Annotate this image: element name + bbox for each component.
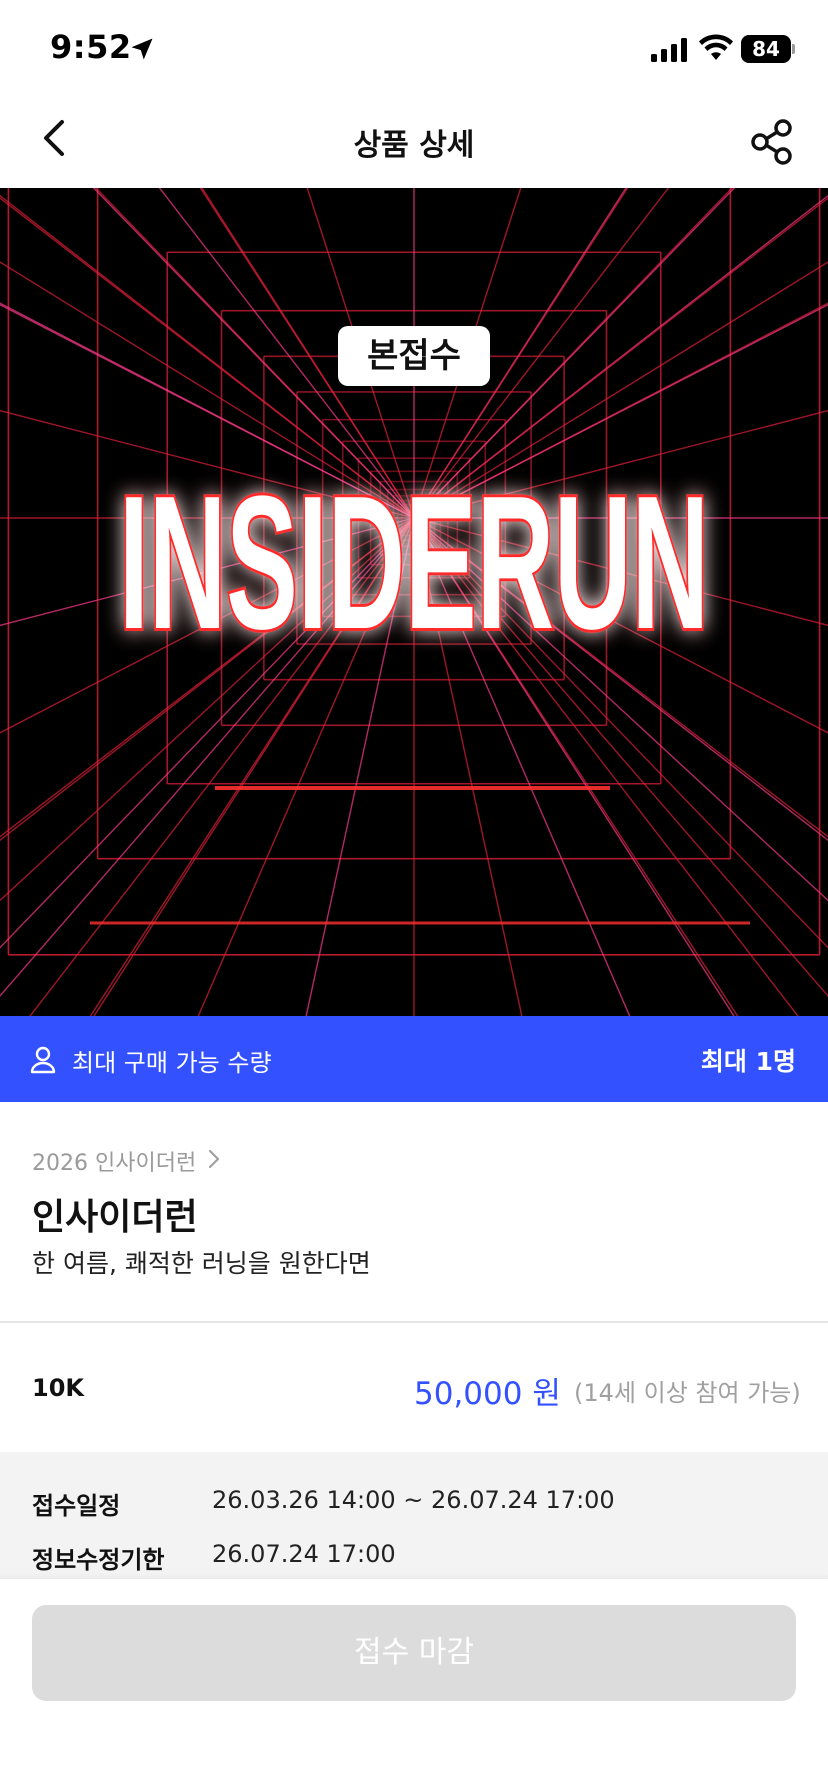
course-price: 50,000 원: [414, 1376, 561, 1412]
page-title: 상품 상세: [353, 128, 475, 163]
share-icon[interactable]: [748, 118, 796, 166]
cellular-signal-icon: [651, 38, 687, 62]
battery-level: 84: [741, 35, 791, 63]
divider: [0, 1321, 828, 1323]
registration-period-label: 접수일정: [32, 1492, 121, 1520]
course-name: 10K: [32, 1374, 84, 1402]
location-arrow-icon: [131, 38, 153, 60]
chevron-right-icon[interactable]: [206, 1147, 222, 1171]
max-purchase-label: 최대 구매 가능 수량: [72, 1049, 272, 1077]
footer: 접수 마감: [0, 1578, 828, 1792]
svg-text:INSIDERUN: INSIDERUN: [119, 457, 709, 669]
person-icon: [30, 1046, 56, 1074]
edit-deadline-value: 26.07.24 17:00: [212, 1540, 396, 1568]
event-breadcrumb-link[interactable]: 2026 인사이더런: [32, 1145, 196, 1177]
age-restriction-note: (14세 이상 참여 가능): [574, 1379, 801, 1407]
max-purchase-bar: 최대 구매 가능 수량 최대 1명: [0, 1016, 828, 1102]
schedule-section: 접수일정 26.03.26 14:00 ~ 26.07.24 17:00 정보수…: [0, 1452, 828, 1580]
battery-icon: 84: [741, 35, 795, 63]
registration-closed-button[interactable]: 접수 마감: [32, 1605, 796, 1701]
wifi-icon: [699, 34, 733, 60]
edit-deadline-label: 정보수정기한: [32, 1546, 165, 1574]
registration-period-value: 26.03.26 14:00 ~ 26.07.24 17:00: [212, 1486, 615, 1514]
status-bar: 9:52 84: [0, 0, 828, 96]
max-purchase-value: 최대 1명: [700, 1047, 796, 1076]
product-title: 인사이더런: [32, 1197, 198, 1238]
product-subtitle: 한 여름, 쾌적한 러닝을 원한다면: [32, 1249, 371, 1278]
nav-bar: 상품 상세: [0, 96, 828, 188]
hero-logo: INSIDERUN: [116, 454, 712, 672]
status-time: 9:52: [50, 28, 132, 66]
hero-image: 본접수 INSIDERUN: [0, 188, 828, 1016]
battery-tip: [792, 44, 795, 54]
